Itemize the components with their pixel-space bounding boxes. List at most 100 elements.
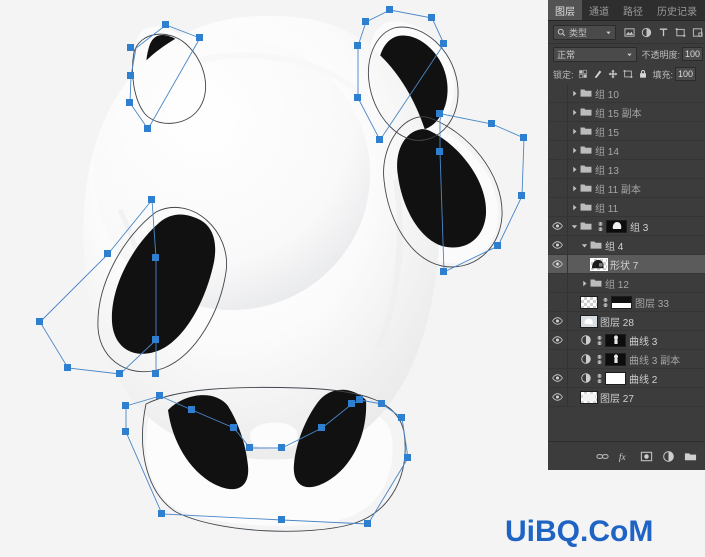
layer-row-body[interactable]: 组 11 副本 [568, 179, 705, 197]
chevron-down-icon[interactable] [580, 241, 589, 250]
pixel-filter-icon[interactable] [624, 27, 635, 38]
mask-link-icon[interactable] [602, 297, 609, 308]
layer-name[interactable]: 组 11 副本 [595, 181, 641, 196]
layer-name[interactable]: 图层 28 [600, 314, 634, 329]
adjustment-filter-icon[interactable] [641, 27, 652, 38]
layer-visibility-toggle[interactable] [548, 103, 568, 121]
layer-row-body[interactable]: 组 3 [568, 217, 705, 235]
layer-visibility-toggle[interactable] [548, 312, 568, 330]
layer-row[interactable]: 曲线 3 [548, 331, 705, 350]
layer-mask-thumbnail[interactable] [606, 219, 627, 233]
layer-mask-thumbnail[interactable] [605, 333, 626, 347]
panel-tab-strip[interactable]: 图层 通道 路径 历史记录 [548, 0, 705, 21]
chevron-right-icon[interactable] [570, 146, 579, 155]
layer-row-body[interactable]: 图层 28 [568, 312, 705, 330]
link-layers-icon[interactable] [596, 450, 609, 463]
new-group-icon[interactable] [684, 450, 697, 463]
chevron-right-icon[interactable] [580, 279, 589, 288]
visibility-eye-icon[interactable] [552, 317, 563, 325]
layer-visibility-toggle[interactable] [548, 179, 568, 197]
layer-row[interactable]: 组 14 [548, 141, 705, 160]
layer-visibility-toggle[interactable] [548, 217, 568, 235]
layer-filter-row[interactable]: 类型 [548, 21, 705, 44]
tab-history[interactable]: 历史记录 [650, 0, 704, 20]
layer-row[interactable]: 组 12 [548, 274, 705, 293]
layer-row-body[interactable]: 组 12 [568, 274, 705, 292]
lock-position-icon[interactable] [608, 69, 618, 79]
layer-name[interactable]: 曲线 3 副本 [629, 352, 680, 367]
new-adjustment-layer-icon[interactable] [662, 450, 675, 463]
blend-mode-row[interactable]: 正常 不透明度: 100 [548, 44, 705, 64]
visibility-eye-icon[interactable] [552, 336, 563, 344]
layer-row-body[interactable]: 形状 7 [568, 255, 705, 273]
layer-row[interactable]: 组 3 [548, 217, 705, 236]
filter-kind-select[interactable]: 类型 [553, 24, 616, 40]
chevron-right-icon[interactable] [570, 203, 579, 212]
lock-transparent-icon[interactable] [578, 69, 588, 79]
layer-name[interactable]: 形状 7 [610, 257, 638, 272]
layer-visibility-toggle[interactable] [548, 255, 568, 273]
layer-visibility-toggle[interactable] [548, 160, 568, 178]
visibility-eye-icon[interactable] [552, 241, 563, 249]
layer-visibility-toggle[interactable] [548, 141, 568, 159]
layer-thumbnail[interactable] [580, 295, 598, 309]
layer-row[interactable]: 组 4 [548, 236, 705, 255]
layer-row-body[interactable]: 组 4 [568, 236, 705, 254]
layer-row-body[interactable]: 组 13 [568, 160, 705, 178]
layer-name[interactable]: 组 4 [605, 238, 623, 253]
layer-row-body[interactable]: 曲线 3 副本 [568, 350, 705, 368]
shape-filter-icon[interactable] [675, 27, 686, 38]
chevron-right-icon[interactable] [570, 165, 579, 174]
layer-visibility-toggle[interactable] [548, 388, 568, 406]
layer-row[interactable]: 组 11 [548, 198, 705, 217]
layer-row-body[interactable]: 图层 27 [568, 388, 705, 406]
tab-paths[interactable]: 路径 [616, 0, 650, 20]
layer-row[interactable]: 图层 33 [548, 293, 705, 312]
layer-row[interactable]: 组 13 [548, 160, 705, 179]
layer-visibility-toggle[interactable] [548, 331, 568, 349]
visibility-eye-icon[interactable] [552, 260, 563, 268]
layer-visibility-toggle[interactable] [548, 369, 568, 387]
layer-name[interactable]: 曲线 3 [629, 333, 657, 348]
layer-visibility-toggle[interactable] [548, 84, 568, 102]
mask-link-icon[interactable] [596, 335, 603, 346]
layer-row-body[interactable]: 组 11 [568, 198, 705, 216]
layers-panel[interactable]: 图层 通道 路径 历史记录 类型 正常 不透明度: 100 锁定: 填充: 10… [548, 0, 705, 470]
visibility-eye-icon[interactable] [552, 374, 563, 382]
layer-thumbnail[interactable] [580, 314, 598, 328]
layer-name[interactable]: 组 14 [595, 143, 619, 158]
layer-name[interactable]: 组 3 [630, 219, 648, 234]
layer-name[interactable]: 组 10 [595, 86, 619, 101]
tab-layers[interactable]: 图层 [548, 0, 582, 20]
layer-mask-thumbnail[interactable] [605, 352, 626, 366]
type-filter-icon[interactable] [658, 27, 669, 38]
visibility-eye-icon[interactable] [552, 222, 563, 230]
opacity-value[interactable]: 100 [681, 47, 703, 61]
chevron-down-icon[interactable] [570, 222, 579, 231]
fill-value[interactable]: 100 [675, 67, 697, 81]
layer-name[interactable]: 组 11 [595, 200, 618, 215]
layer-row-body[interactable]: 组 14 [568, 141, 705, 159]
layer-row-body[interactable]: 组 15 [568, 122, 705, 140]
lock-row[interactable]: 锁定: 填充: 100 [548, 64, 705, 85]
layer-thumbnail[interactable] [580, 390, 598, 404]
layer-name[interactable]: 组 15 [595, 124, 619, 139]
chevron-right-icon[interactable] [570, 108, 579, 117]
layer-row-body[interactable]: 组 15 副本 [568, 103, 705, 121]
lock-icon-group[interactable] [578, 69, 648, 79]
layer-row-body[interactable]: 曲线 3 [568, 331, 705, 349]
document-canvas[interactable] [0, 0, 548, 557]
chevron-right-icon[interactable] [570, 127, 579, 136]
lock-artboard-icon[interactable] [623, 69, 633, 79]
layer-row[interactable]: 图层 28 [548, 312, 705, 331]
layer-visibility-toggle[interactable] [548, 236, 568, 254]
layer-row[interactable]: 组 15 副本 [548, 103, 705, 122]
layer-name[interactable]: 组 13 [595, 162, 619, 177]
chevron-right-icon[interactable] [570, 89, 579, 98]
blend-mode-select[interactable]: 正常 [553, 46, 638, 62]
layer-row-body[interactable]: 图层 33 [568, 293, 705, 311]
layer-row-body[interactable]: 曲线 2 [568, 369, 705, 387]
layer-row[interactable]: 曲线 3 副本 [548, 350, 705, 369]
layer-visibility-toggle[interactable] [548, 274, 568, 292]
chevron-right-icon[interactable] [570, 184, 579, 193]
